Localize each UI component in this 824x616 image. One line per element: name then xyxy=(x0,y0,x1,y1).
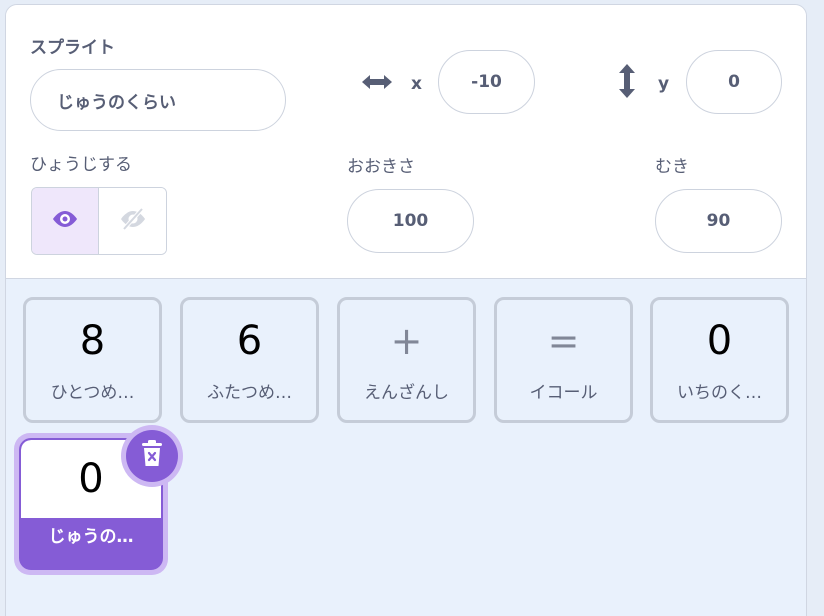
sprite-thumbnail: 0 xyxy=(706,318,733,364)
show-label: ひょうじする xyxy=(30,155,132,175)
x-label: x xyxy=(411,74,422,94)
eye-off-icon xyxy=(118,207,148,235)
sprite-label: スプライト xyxy=(30,38,115,58)
y-input[interactable]: 0 xyxy=(686,50,782,114)
sprite-tile[interactable]: = イコール xyxy=(494,297,633,423)
delete-button-inner xyxy=(126,430,178,482)
sprite-tile[interactable]: 0 いちのく… xyxy=(650,297,789,423)
hide-button[interactable] xyxy=(99,188,166,254)
horizontal-arrows-icon xyxy=(360,67,394,97)
sprite-tile[interactable]: 6 ふたつめ… xyxy=(180,297,319,423)
sprite-pane: スプライト じゅうのくらい x -10 y 0 ひょうじする おおきさ 100 … xyxy=(5,4,807,616)
sprite-tile-name: ふたつめ… xyxy=(207,383,292,403)
sprite-thumbnail: + xyxy=(390,319,423,363)
sprite-thumbnail: 6 xyxy=(236,318,263,364)
sprite-thumbnail: 8 xyxy=(79,318,106,364)
size-label: おおきさ xyxy=(347,157,415,177)
y-label: y xyxy=(658,74,670,94)
x-input[interactable]: -10 xyxy=(438,50,535,114)
visibility-toggle xyxy=(31,187,167,255)
sprite-tile[interactable]: 8 ひとつめ… xyxy=(23,297,162,423)
delete-sprite-button[interactable] xyxy=(121,425,183,487)
eye-icon xyxy=(51,209,79,233)
trash-icon xyxy=(140,440,164,472)
sprite-name-input[interactable]: じゅうのくらい xyxy=(30,69,286,131)
show-button[interactable] xyxy=(32,188,99,254)
sprite-thumbnail: = xyxy=(547,319,580,363)
sprite-info-panel: スプライト じゅうのくらい x -10 y 0 ひょうじする おおきさ 100 … xyxy=(6,5,806,279)
direction-input[interactable]: 90 xyxy=(655,189,782,253)
size-input[interactable]: 100 xyxy=(347,189,474,253)
vertical-arrows-icon xyxy=(614,62,640,100)
sprite-tile-name: いちのく… xyxy=(677,383,762,403)
sprite-tile-name: イコール xyxy=(529,383,598,403)
sprite-tile-name: えんざんし xyxy=(364,383,449,403)
sprite-tile[interactable]: + えんざんし xyxy=(337,297,476,423)
sprite-tile-name: ひとつめ… xyxy=(50,383,135,403)
direction-label: むき xyxy=(655,157,689,177)
selected-sprite-name: じゅうの… xyxy=(48,527,134,547)
